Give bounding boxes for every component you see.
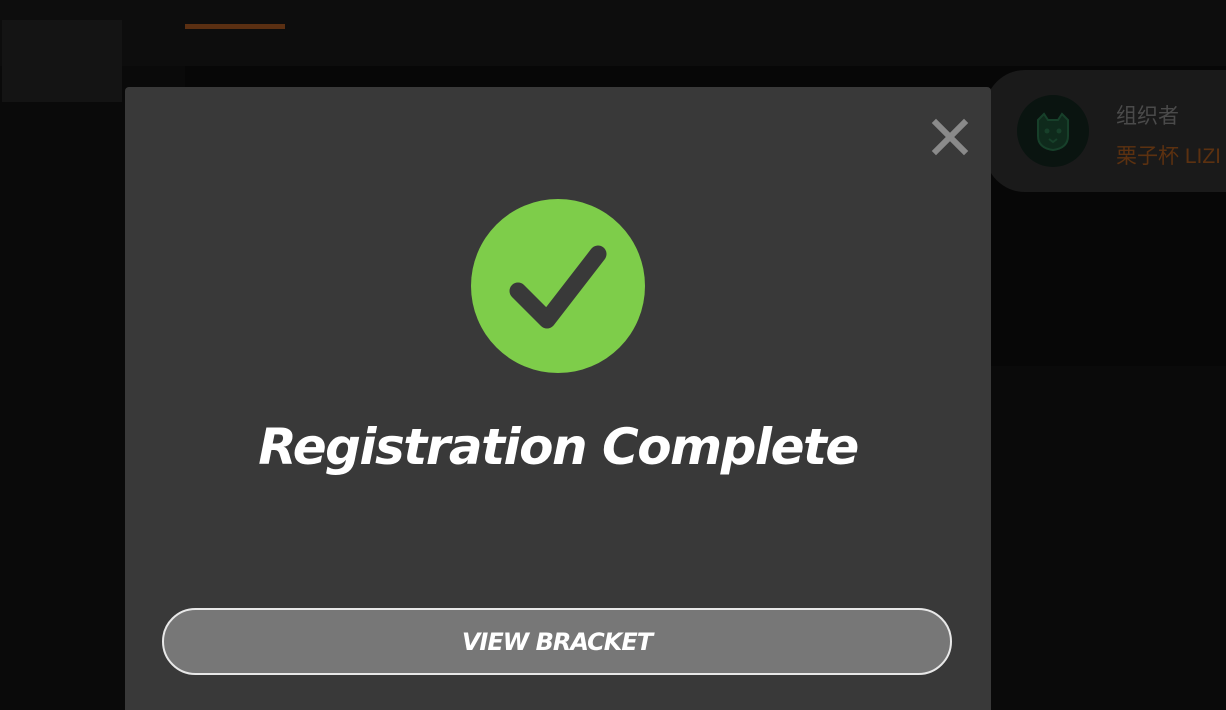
- organizer-label: 组织者: [1116, 105, 1179, 128]
- close-button[interactable]: [930, 117, 970, 157]
- organizer-avatar: [1017, 95, 1089, 167]
- close-icon: [931, 118, 969, 156]
- organizer-name[interactable]: 栗子杯 LIZI: [1116, 140, 1221, 170]
- left-panel: [2, 20, 122, 102]
- top-bar: [0, 0, 1226, 66]
- page: 组织者 栗子杯 LIZI Registration Complete VIEW …: [0, 0, 1226, 710]
- active-tab-indicator: [185, 24, 285, 29]
- modal-title: Registration Complete: [258, 418, 859, 476]
- view-bracket-button[interactable]: VIEW BRACKET: [162, 608, 952, 675]
- check-circle-icon: [471, 199, 645, 373]
- tiger-head-icon: [1037, 112, 1069, 152]
- registration-complete-modal: Registration Complete VIEW BRACKET: [125, 87, 991, 710]
- view-bracket-label: VIEW BRACKET: [461, 627, 653, 656]
